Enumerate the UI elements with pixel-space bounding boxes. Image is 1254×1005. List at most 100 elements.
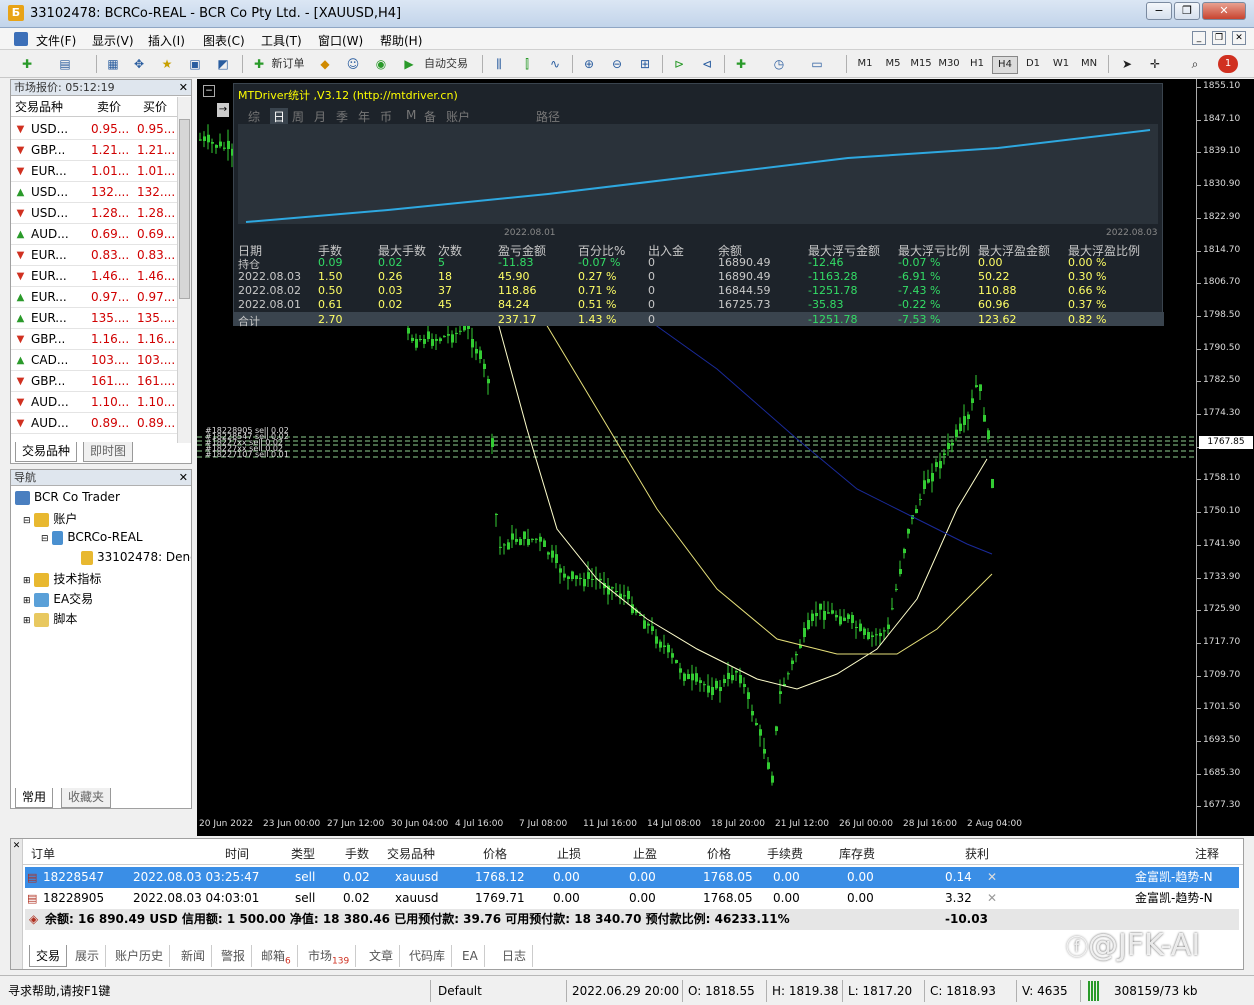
close-icon[interactable]: ✕ xyxy=(179,471,188,484)
chart-shift-icon[interactable]: ⊳ xyxy=(670,55,688,73)
close-icon[interactable]: ✕ xyxy=(11,841,22,851)
stat-tab[interactable]: 季 xyxy=(336,108,348,125)
col-commission[interactable]: 手续费 xyxy=(767,845,803,862)
mdi-restore-button[interactable]: ❐ xyxy=(1212,31,1226,45)
mdi-close-button[interactable]: ✕ xyxy=(1232,31,1246,45)
menu-window[interactable]: 窗口(W) xyxy=(318,32,363,49)
close-button[interactable]: ✕ xyxy=(1202,2,1246,20)
stat-tab[interactable]: 年 xyxy=(358,108,370,125)
scroll-thumb[interactable] xyxy=(179,119,190,299)
nav-expert-advisors[interactable]: ⊞ EA交易 xyxy=(23,590,93,607)
new-order-button[interactable]: 新订单 xyxy=(268,54,308,74)
indicator-toggle-icon[interactable]: − xyxy=(203,85,215,97)
menu-file[interactable]: 文件(F) xyxy=(36,32,76,49)
restore-button[interactable]: ❐ xyxy=(1174,2,1200,20)
stat-tab[interactable]: 备 xyxy=(424,108,436,125)
col-comment[interactable]: 注释 xyxy=(1195,845,1219,862)
zoom-out-icon[interactable]: ⊖ xyxy=(608,55,626,73)
tf-m5[interactable]: M5 xyxy=(880,56,906,72)
col-lots[interactable]: 手数 xyxy=(345,845,369,862)
market-watch-row[interactable]: ▼ USD... 0.95... 0.95... xyxy=(11,119,179,140)
profiles-icon[interactable]: ▤ xyxy=(56,55,74,73)
order-row[interactable]: ▤ 18228905 2022.08.03 04:03:01 sell 0.02 xauu… xyxy=(25,888,1239,909)
tf-m15[interactable]: M15 xyxy=(908,56,934,72)
market-watch-row[interactable]: ▼ GBP... 161.... 161.... xyxy=(11,371,179,392)
zoom-in-icon[interactable]: ⊕ xyxy=(580,55,598,73)
terminal-icon[interactable]: ▣ xyxy=(186,55,204,73)
nav-server[interactable]: ⊟ BCRCo-REAL xyxy=(41,530,143,545)
notification-badge[interactable]: 1 xyxy=(1218,55,1238,73)
terminal-tab[interactable]: 代码库 xyxy=(403,945,453,967)
tab-favorites[interactable]: 收藏夹 xyxy=(61,788,112,808)
terminal-tab[interactable]: 账户历史 xyxy=(109,945,171,967)
mdi-minimize-button[interactable]: _ xyxy=(1192,31,1206,45)
nav-scripts[interactable]: ⊞ 脚本 xyxy=(23,610,77,627)
nav-indicators[interactable]: ⊞ 技术指标 xyxy=(23,570,101,587)
terminal-tab[interactable]: 警报 xyxy=(215,945,253,967)
terminal-tab[interactable]: 市场139 xyxy=(302,945,357,967)
tf-m1[interactable]: M1 xyxy=(852,56,878,72)
bar-chart-icon[interactable]: ⫼ xyxy=(490,55,508,73)
market-watch-row[interactable]: ▼ EUR... 0.83... 0.83... xyxy=(11,245,179,266)
menu-chart[interactable]: 图表(C) xyxy=(203,32,245,49)
stat-tab[interactable]: 周 xyxy=(292,108,304,125)
menu-insert[interactable]: 插入(I) xyxy=(148,32,185,49)
signals-icon[interactable]: ◉ xyxy=(372,55,390,73)
periods-clock-icon[interactable]: ◷ xyxy=(770,55,788,73)
stat-tab[interactable]: 路径 xyxy=(536,108,560,125)
col-order[interactable]: 订单 xyxy=(31,845,55,862)
terminal-tab[interactable]: 日志 xyxy=(496,945,534,967)
new-chart-icon[interactable]: ✚ xyxy=(18,55,36,73)
menu-help[interactable]: 帮助(H) xyxy=(380,32,422,49)
stat-tab[interactable]: 币 xyxy=(380,108,392,125)
tab-tick-chart[interactable]: 即时图 xyxy=(83,442,134,462)
navigator-icon[interactable]: ★ xyxy=(158,55,176,73)
metaeditor-icon[interactable]: ◆ xyxy=(316,55,334,73)
tf-m30[interactable]: M30 xyxy=(936,56,962,72)
market-watch-icon[interactable]: ▦ xyxy=(104,55,122,73)
indicators-icon[interactable]: ✚ xyxy=(732,55,750,73)
col-ask[interactable]: 买价 xyxy=(143,97,167,117)
candlestick-icon[interactable]: ⫿ xyxy=(518,55,536,73)
close-order-icon[interactable]: ✕ xyxy=(987,867,997,888)
terminal-tab[interactable]: 新闻 xyxy=(175,945,213,967)
market-watch-row[interactable]: ▲ AUD... 0.69... 0.69... xyxy=(11,224,179,245)
market-watch-scrollbar[interactable] xyxy=(177,97,191,443)
order-row[interactable]: ▤ 18228547 2022.08.03 03:25:47 sell 0.02 xauu… xyxy=(25,867,1239,888)
cursor-icon[interactable]: ➤ xyxy=(1118,55,1136,73)
col-cur-price[interactable]: 价格 xyxy=(707,845,731,862)
auto-trade-button[interactable]: 自动交易 xyxy=(418,54,474,74)
terminal-tab[interactable]: 展示 xyxy=(69,945,107,967)
market-watch-row[interactable]: ▼ GBP... 1.21... 1.21... xyxy=(11,140,179,161)
market-watch-row[interactable]: ▲ USD... 132.... 132.... xyxy=(11,182,179,203)
search-icon[interactable]: ⌕ xyxy=(1186,55,1204,73)
terminal-tab[interactable]: 文章 xyxy=(363,945,401,967)
col-symbol[interactable]: 交易品种 xyxy=(387,845,435,862)
stat-tab[interactable]: 账户 xyxy=(446,108,470,125)
market-watch-row[interactable]: ▼ EUR... 1.01... 1.01... xyxy=(11,161,179,182)
tf-w1[interactable]: W1 xyxy=(1048,56,1074,72)
connection-bars-icon[interactable] xyxy=(1088,981,1100,1001)
templates-icon[interactable]: ▭ xyxy=(808,55,826,73)
tf-d1[interactable]: D1 xyxy=(1020,56,1046,72)
strategy-tester-icon[interactable]: ◩ xyxy=(214,55,232,73)
col-price[interactable]: 价格 xyxy=(483,845,507,862)
terminal-tab[interactable]: EA xyxy=(456,945,485,967)
market-watch-row[interactable]: ▼ GBP... 1.16... 1.16... xyxy=(11,329,179,350)
autoscroll-icon[interactable]: ⊲ xyxy=(698,55,716,73)
market-watch-row[interactable]: ▲ CAD... 103.... 103.... xyxy=(11,350,179,371)
stat-tab[interactable]: 综 xyxy=(248,108,260,125)
market-watch-row[interactable]: ▲ EUR... 0.97... 0.97... xyxy=(11,287,179,308)
terminal-tab[interactable]: 交易 xyxy=(29,945,68,967)
tf-mn[interactable]: MN xyxy=(1076,56,1102,72)
col-tp[interactable]: 止盈 xyxy=(633,845,657,862)
data-window-icon[interactable]: ✥ xyxy=(130,55,148,73)
market-watch-row[interactable]: ▲ EUR... 135.... 135.... xyxy=(11,308,179,329)
stat-tab[interactable]: 日 xyxy=(270,108,289,125)
tab-common[interactable]: 常用 xyxy=(15,788,54,808)
col-time[interactable]: 时间 xyxy=(225,845,249,862)
collapse-handle[interactable]: → xyxy=(217,103,229,117)
close-order-icon[interactable]: ✕ xyxy=(987,888,997,909)
menu-view[interactable]: 显示(V) xyxy=(92,32,134,49)
nav-accounts[interactable]: ⊟ 账户 xyxy=(23,510,77,527)
